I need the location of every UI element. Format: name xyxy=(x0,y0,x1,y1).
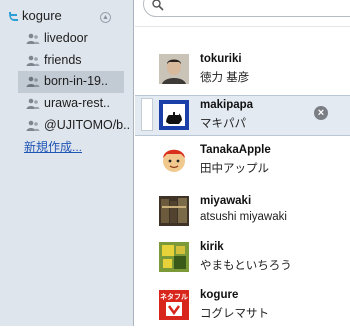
sidebar-item-label: urawa-rest.. xyxy=(44,96,110,110)
username: makipapa xyxy=(200,99,254,111)
divider xyxy=(135,26,350,27)
sidebar-item-born-in[interactable]: born-in-19.. xyxy=(18,71,124,93)
avatar xyxy=(159,145,189,175)
drag-handle[interactable] xyxy=(141,98,153,131)
username: miyawaki xyxy=(200,195,252,207)
sidebar-item-label: @UJITOMO/b.. xyxy=(44,118,131,132)
avatar xyxy=(159,242,189,272)
full-name: 徳力 基彦 xyxy=(200,72,250,84)
user-row-tanakaapple[interactable]: TanakaApple 田中アップル xyxy=(135,141,350,183)
twitter-bird-icon xyxy=(9,12,18,21)
account-name: kogure xyxy=(22,8,62,23)
sidebar-item-label: born-in-19.. xyxy=(44,74,108,88)
people-icon xyxy=(26,76,40,87)
sidebar-item-label: livedoor xyxy=(44,31,88,45)
avatar xyxy=(159,54,189,84)
people-icon xyxy=(26,120,40,131)
user-row-makipapa[interactable]: makipapa マキパパ × xyxy=(135,95,350,136)
full-name: 田中アップル xyxy=(200,163,269,175)
full-name: やまもといちろう xyxy=(200,260,292,272)
full-name: マキパパ xyxy=(200,118,246,130)
username: kogure xyxy=(200,289,239,301)
avatar xyxy=(159,100,189,130)
username: kirik xyxy=(200,241,224,253)
avatar: ネタフル xyxy=(159,290,189,320)
account-header[interactable]: kogure ▲ xyxy=(0,0,134,30)
new-list-link[interactable]: 新規作成... xyxy=(24,138,82,155)
sidebar-item-friends[interactable]: friends xyxy=(0,50,134,72)
sidebar-item-label: friends xyxy=(44,53,82,67)
user-row-kirik[interactable]: kirik やまもといちろう xyxy=(135,238,350,280)
username: TanakaApple xyxy=(200,144,271,156)
full-name: コグレマサト xyxy=(200,308,269,320)
user-list-panel: tokuriki 徳力 基彦 makipapa マキパパ × TanakaApp… xyxy=(135,0,350,326)
user-row-miyawaki[interactable]: miyawaki atsushi miyawaki xyxy=(135,192,350,234)
sidebar-item-livedoor[interactable]: livedoor xyxy=(0,28,134,50)
remove-icon[interactable]: × xyxy=(314,106,328,120)
people-icon xyxy=(26,98,40,109)
people-icon xyxy=(26,33,40,44)
collapse-icon[interactable]: ▲ xyxy=(100,12,111,23)
user-row-kogure[interactable]: ネタフル kogure コグレマサト xyxy=(135,286,350,328)
user-row-tokuriki[interactable]: tokuriki 徳力 基彦 xyxy=(135,50,350,92)
people-icon xyxy=(26,55,40,66)
sidebar-item-ujitomo[interactable]: @UJITOMO/b.. xyxy=(0,115,134,137)
sidebar-item-urawa-rest[interactable]: urawa-rest.. xyxy=(0,93,134,115)
search-field[interactable] xyxy=(143,0,350,17)
username: tokuriki xyxy=(200,53,242,65)
full-name: atsushi miyawaki xyxy=(200,211,287,223)
avatar xyxy=(159,196,189,226)
search-icon xyxy=(152,0,164,11)
sidebar: kogure ▲ livedoor friends born-in-19.. u… xyxy=(0,0,134,326)
